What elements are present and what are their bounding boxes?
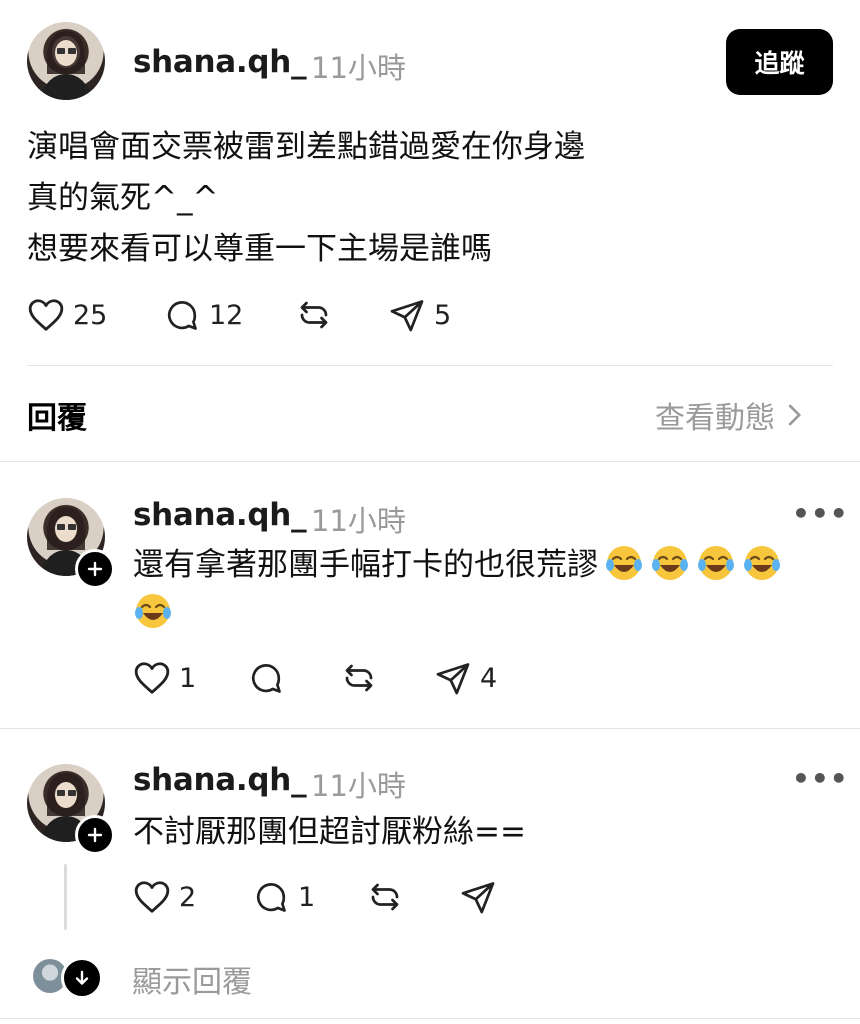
- reply-share-action[interactable]: 4: [434, 660, 497, 696]
- reply-time: 11小時: [311, 769, 406, 803]
- reply-comment-action[interactable]: [247, 660, 285, 696]
- show-replies-label: 顯示回覆: [132, 965, 252, 1000]
- laughing-tears-emoji-icon: [135, 594, 171, 628]
- reply-share-action[interactable]: [459, 879, 497, 915]
- reply-text: 還有拿著那團手幅打卡的也很荒謬: [133, 541, 833, 637]
- reply-time: 11小時: [311, 504, 406, 538]
- thread-line: [64, 864, 67, 930]
- post-share-action[interactable]: 5: [388, 297, 451, 333]
- post-line-1: 演唱會面交票被雷到差點錯過愛在你身邊: [27, 129, 585, 165]
- post-line-3: 想要來看可以尊重一下主場是誰嗎: [27, 231, 492, 267]
- divider: [0, 728, 860, 729]
- post-share-count: 5: [434, 299, 452, 331]
- laughing-tears-emoji-icon: [606, 546, 642, 580]
- laughing-tears-emoji-icon: [698, 546, 734, 580]
- post-username[interactable]: shana.qh_: [133, 44, 307, 80]
- post-line-2: 真的氣死^_^: [27, 180, 219, 216]
- share-icon: [390, 300, 424, 332]
- reply-text: 不討厭那團但超討厭粉絲==: [133, 814, 526, 850]
- chevron-right-icon: [788, 404, 802, 426]
- post-time: 11小時: [311, 51, 406, 85]
- post-comment-action[interactable]: 12: [163, 297, 243, 333]
- replies-title: 回覆: [27, 401, 87, 436]
- share-icon: [461, 882, 495, 914]
- heart-icon: [134, 881, 170, 913]
- repost-icon: [345, 664, 373, 692]
- view-activity-link[interactable]: 查看動態: [655, 393, 803, 437]
- plus-icon: [87, 561, 103, 577]
- arrow-down-icon: [75, 970, 89, 985]
- view-activity-label: 查看動態: [655, 401, 775, 436]
- reply-like-count: 2: [179, 881, 197, 913]
- reply-like-action[interactable]: 2: [133, 879, 196, 915]
- post-repost-action[interactable]: [295, 297, 333, 333]
- post-comment-count: 12: [209, 299, 244, 331]
- post-avatar[interactable]: [27, 22, 105, 100]
- follow-plus-badge[interactable]: [75, 549, 115, 589]
- plus-icon: [87, 827, 103, 843]
- laughing-tears-emoji-icon: [744, 546, 780, 580]
- arrow-down-badge: [61, 957, 103, 999]
- post-like-action[interactable]: 25: [27, 297, 107, 333]
- laughing-tears-emoji-icon: [652, 546, 688, 580]
- divider: [27, 365, 833, 366]
- more-icon[interactable]: •••: [792, 497, 849, 530]
- reply-username[interactable]: shana.qh_: [133, 497, 307, 533]
- reply-text-content: 還有拿著那團手幅打卡的也很荒謬: [133, 547, 598, 583]
- comment-icon: [256, 883, 286, 912]
- heart-icon: [28, 299, 64, 331]
- share-icon: [436, 663, 470, 695]
- follow-button[interactable]: 追蹤: [726, 29, 833, 95]
- show-replies-row[interactable]: 顯示回覆: [33, 955, 433, 1000]
- reply-share-count: 4: [480, 662, 498, 694]
- heart-icon: [134, 662, 170, 694]
- comment-icon: [251, 664, 281, 693]
- reply-repost-action[interactable]: [366, 879, 404, 915]
- repost-icon: [371, 883, 399, 911]
- follow-plus-badge[interactable]: [75, 815, 115, 855]
- reply-comment-count: 1: [298, 881, 316, 913]
- repost-icon: [300, 301, 328, 329]
- reply-username[interactable]: shana.qh_: [133, 762, 307, 798]
- reply-repost-action[interactable]: [340, 660, 378, 696]
- reply-like-count: 1: [179, 662, 197, 694]
- reply-like-action[interactable]: 1: [133, 660, 196, 696]
- divider: [0, 1018, 860, 1019]
- more-icon[interactable]: •••: [792, 762, 849, 795]
- comment-icon: [167, 301, 197, 330]
- post-like-count: 25: [73, 299, 108, 331]
- divider: [0, 461, 860, 462]
- reply-comment-action[interactable]: 1: [252, 879, 315, 915]
